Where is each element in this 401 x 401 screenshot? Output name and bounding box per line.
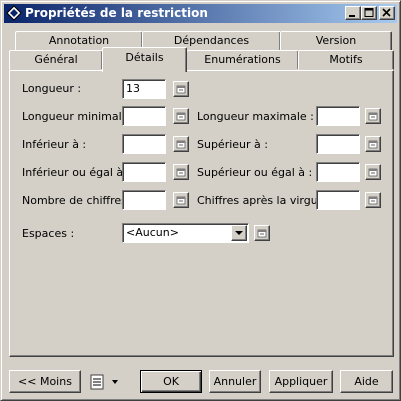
tab-label: Annotation xyxy=(48,34,110,47)
minimize-button[interactable] xyxy=(345,6,361,20)
minimize-icon xyxy=(349,15,355,17)
properties-icon xyxy=(176,140,186,149)
nombre-chiffres-field[interactable] xyxy=(122,190,166,210)
chiffres-virgule-label: Chiffres après la virgule : xyxy=(197,194,335,207)
dialog-window: Propriétés de la restriction Annotation … xyxy=(0,0,401,401)
inferieur-field[interactable] xyxy=(122,134,166,154)
diamond-icon xyxy=(6,5,22,21)
longueur-minimale-field[interactable] xyxy=(122,106,166,126)
properties-icon xyxy=(176,196,186,205)
tab-label: Motifs xyxy=(329,53,363,66)
superieur-properties-button[interactable] xyxy=(365,136,381,152)
longueur-properties-button[interactable] xyxy=(173,81,189,97)
superieur-field[interactable] xyxy=(316,134,360,154)
inferieur-egal-field[interactable] xyxy=(122,162,166,182)
longueur-maximale-properties-button[interactable] xyxy=(365,108,381,124)
espaces-properties-button[interactable] xyxy=(254,225,270,241)
longueur-field[interactable]: 13 xyxy=(122,79,166,99)
tab-label: Dépendances xyxy=(173,34,250,47)
inferieur-label: Inférieur à : xyxy=(22,138,87,151)
tab-version[interactable]: Version xyxy=(280,31,392,51)
longueur-label: Longueur : xyxy=(22,82,82,95)
tab-enumerations[interactable]: Enumérations xyxy=(186,50,299,70)
properties-icon xyxy=(257,229,267,238)
maximize-icon xyxy=(364,8,374,17)
superieur-egal-properties-button[interactable] xyxy=(365,164,381,180)
tab-label: Détails xyxy=(125,51,164,64)
properties-icon xyxy=(368,168,378,177)
button-label: << Moins xyxy=(18,375,72,388)
longueur-maximale-field[interactable] xyxy=(316,106,360,126)
chiffres-virgule-field[interactable] xyxy=(316,190,360,210)
chevron-down-icon xyxy=(235,231,243,235)
longueur-minimale-label: Longueur minimale : xyxy=(22,110,136,123)
nombre-chiffres-properties-button[interactable] xyxy=(173,192,189,208)
espaces-select[interactable]: <Aucun> xyxy=(122,223,249,243)
tab-label: Enumérations xyxy=(204,53,281,66)
close-icon xyxy=(382,8,391,17)
tab-label: Version xyxy=(315,34,357,47)
properties-icon xyxy=(176,168,186,177)
menu-button[interactable] xyxy=(89,373,125,391)
inferieur-properties-button[interactable] xyxy=(173,136,189,152)
espaces-value: <Aucun> xyxy=(126,226,179,239)
longueur-maximale-label: Longueur maximale : xyxy=(197,110,314,123)
list-menu-icon xyxy=(90,374,118,390)
button-label: Appliquer xyxy=(274,375,328,388)
tab-details[interactable]: Détails xyxy=(102,47,187,72)
title-bar[interactable]: Propriétés de la restriction xyxy=(4,4,397,23)
properties-icon xyxy=(176,85,186,94)
button-label: Annuler xyxy=(213,375,257,388)
annuler-button[interactable]: Annuler xyxy=(209,370,261,393)
espaces-label: Espaces : xyxy=(22,227,75,240)
window-title: Propriétés de la restriction xyxy=(25,6,208,20)
dropdown-button[interactable] xyxy=(231,225,247,241)
tab-label: Général xyxy=(34,53,78,66)
button-label: OK xyxy=(163,375,179,388)
close-button[interactable] xyxy=(379,6,395,20)
moins-button[interactable]: << Moins xyxy=(9,370,81,393)
chiffres-virgule-properties-button[interactable] xyxy=(365,192,381,208)
properties-icon xyxy=(176,112,186,121)
maximize-button[interactable] xyxy=(361,6,377,20)
inferieur-egal-label: Inférieur ou égal à : xyxy=(22,166,131,179)
inferieur-egal-properties-button[interactable] xyxy=(173,164,189,180)
superieur-label: Supérieur à : xyxy=(197,138,268,151)
appliquer-button[interactable]: Appliquer xyxy=(269,370,333,393)
properties-icon xyxy=(368,196,378,205)
ok-button[interactable]: OK xyxy=(140,370,202,393)
properties-icon xyxy=(368,140,378,149)
aide-button[interactable]: Aide xyxy=(340,370,393,393)
tab-motifs[interactable]: Motifs xyxy=(298,50,394,70)
tab-general[interactable]: Général xyxy=(9,50,103,70)
properties-icon xyxy=(368,112,378,121)
longueur-minimale-properties-button[interactable] xyxy=(173,108,189,124)
superieur-egal-label: Supérieur ou égal à : xyxy=(197,166,313,179)
nombre-chiffres-label: Nombre de chiffres : xyxy=(22,194,135,207)
button-label: Aide xyxy=(354,375,379,388)
superieur-egal-field[interactable] xyxy=(316,162,360,182)
